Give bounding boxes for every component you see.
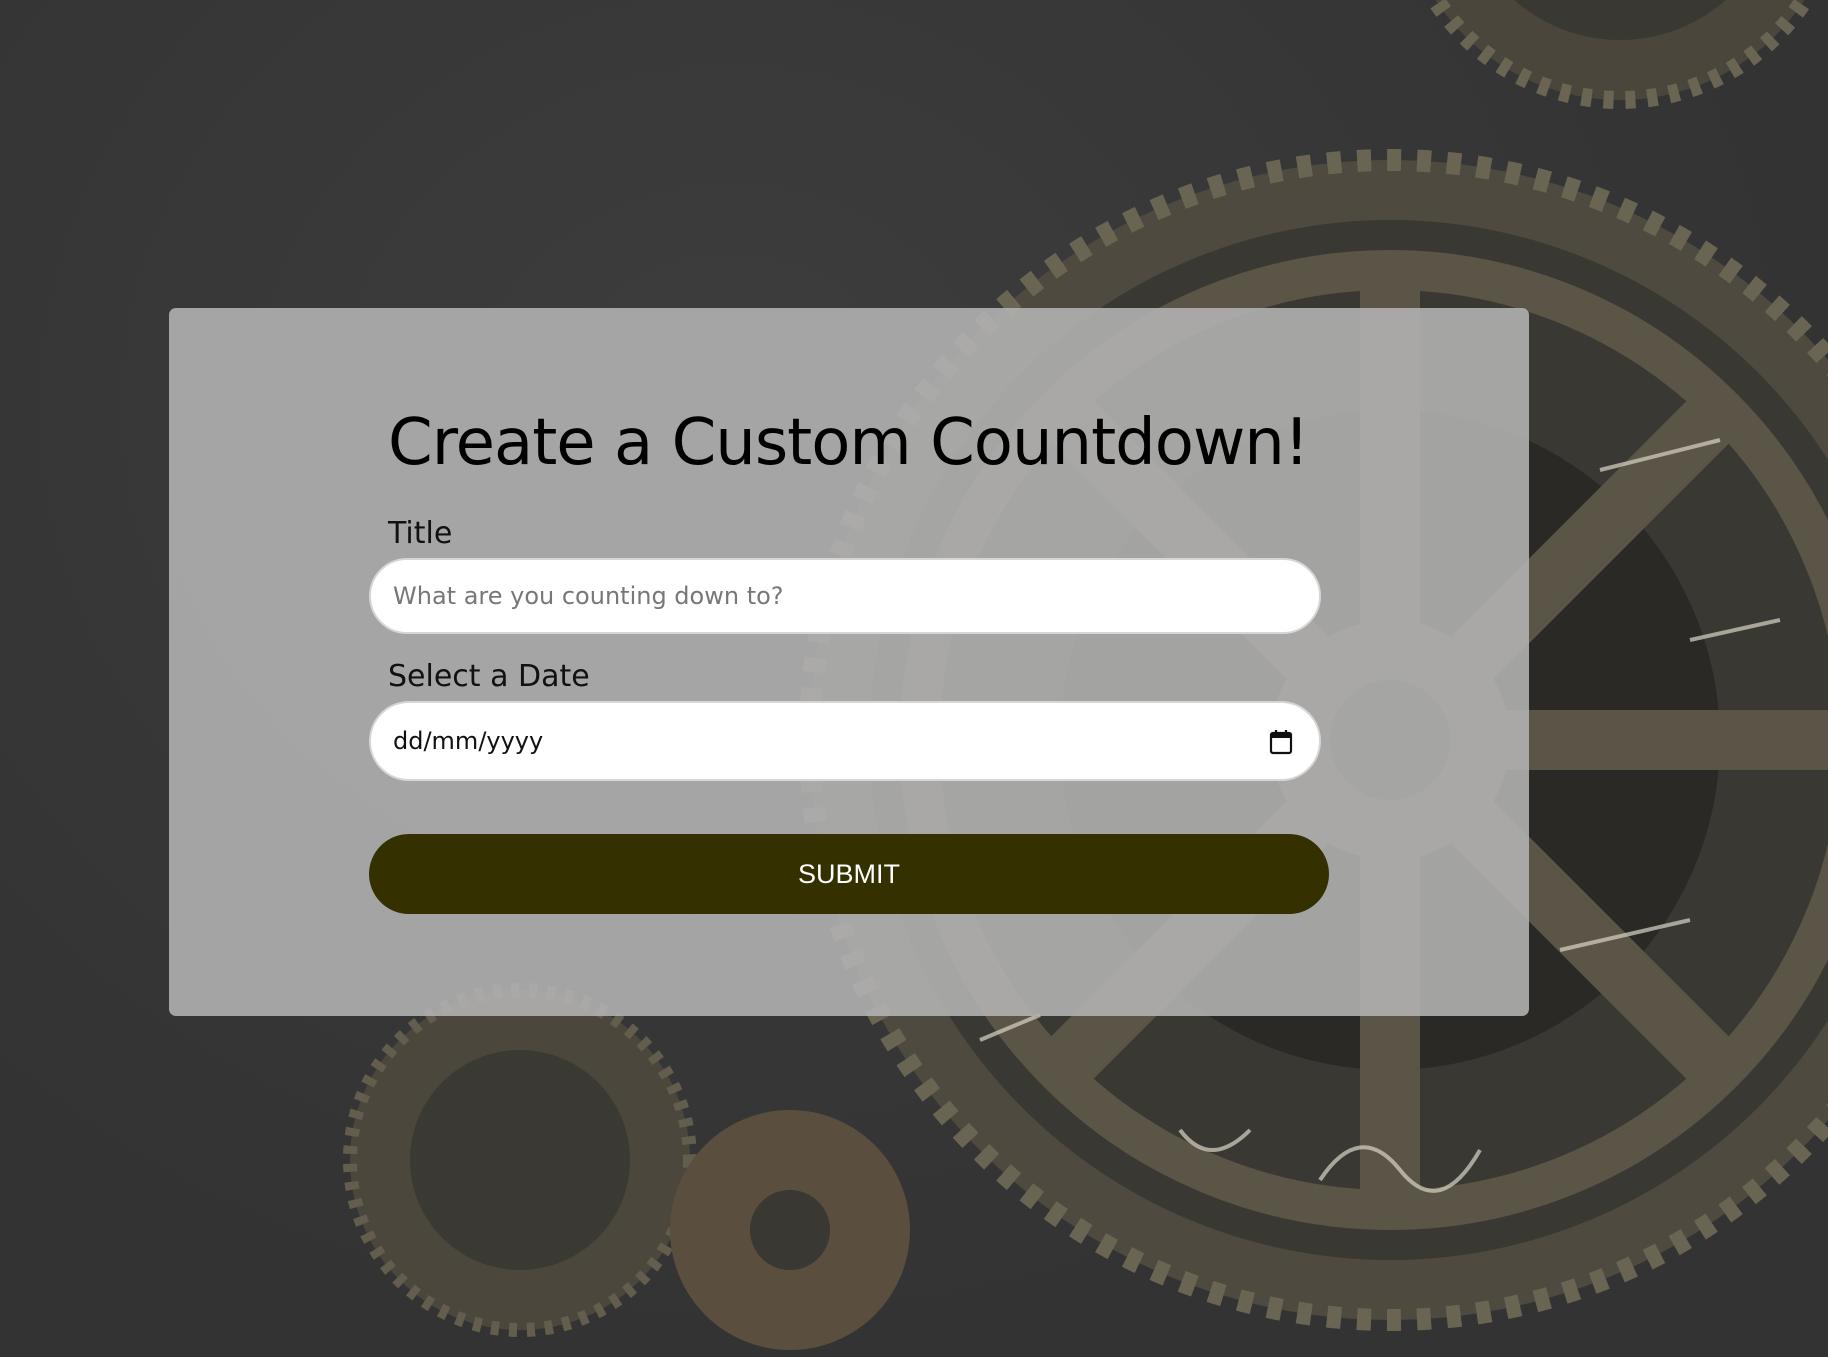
date-input[interactable]: dd/mm/yyyy: [369, 701, 1321, 781]
countdown-form-card: Create a Custom Countdown! Title Select …: [169, 308, 1529, 1016]
date-label: Select a Date: [388, 659, 590, 694]
calendar-icon[interactable]: [1269, 729, 1293, 755]
title-input[interactable]: [369, 558, 1321, 634]
title-label: Title: [388, 516, 453, 551]
page-title: Create a Custom Countdown!: [388, 406, 1309, 480]
date-placeholder: dd/mm/yyyy: [393, 727, 544, 755]
submit-button[interactable]: SUBMIT: [369, 834, 1329, 914]
